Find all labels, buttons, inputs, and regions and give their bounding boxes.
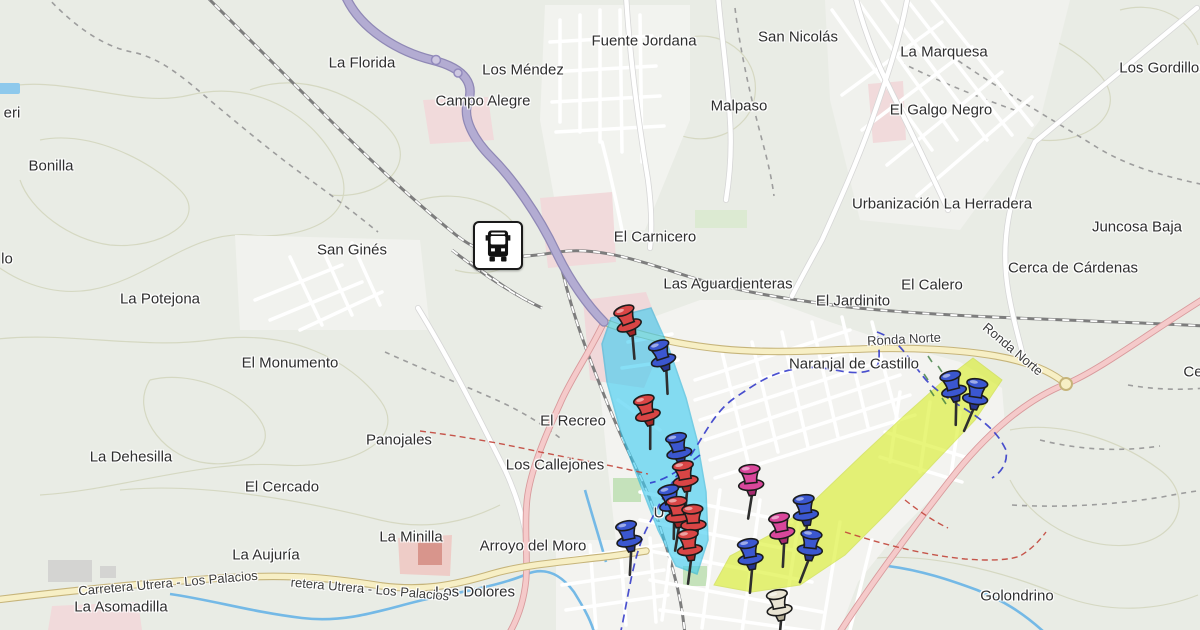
map-pin-blue[interactable] [786,525,832,591]
map-canvas[interactable]: Fuente JordanaSan NicolásLa MarquesaLos … [0,0,1200,630]
map-pin-blue[interactable] [950,374,998,441]
bus-icon[interactable] [473,221,523,270]
pond [0,83,20,94]
map-pin-red[interactable] [667,525,715,592]
map-base-graphics [0,0,1200,630]
bus-glyph [481,228,515,264]
